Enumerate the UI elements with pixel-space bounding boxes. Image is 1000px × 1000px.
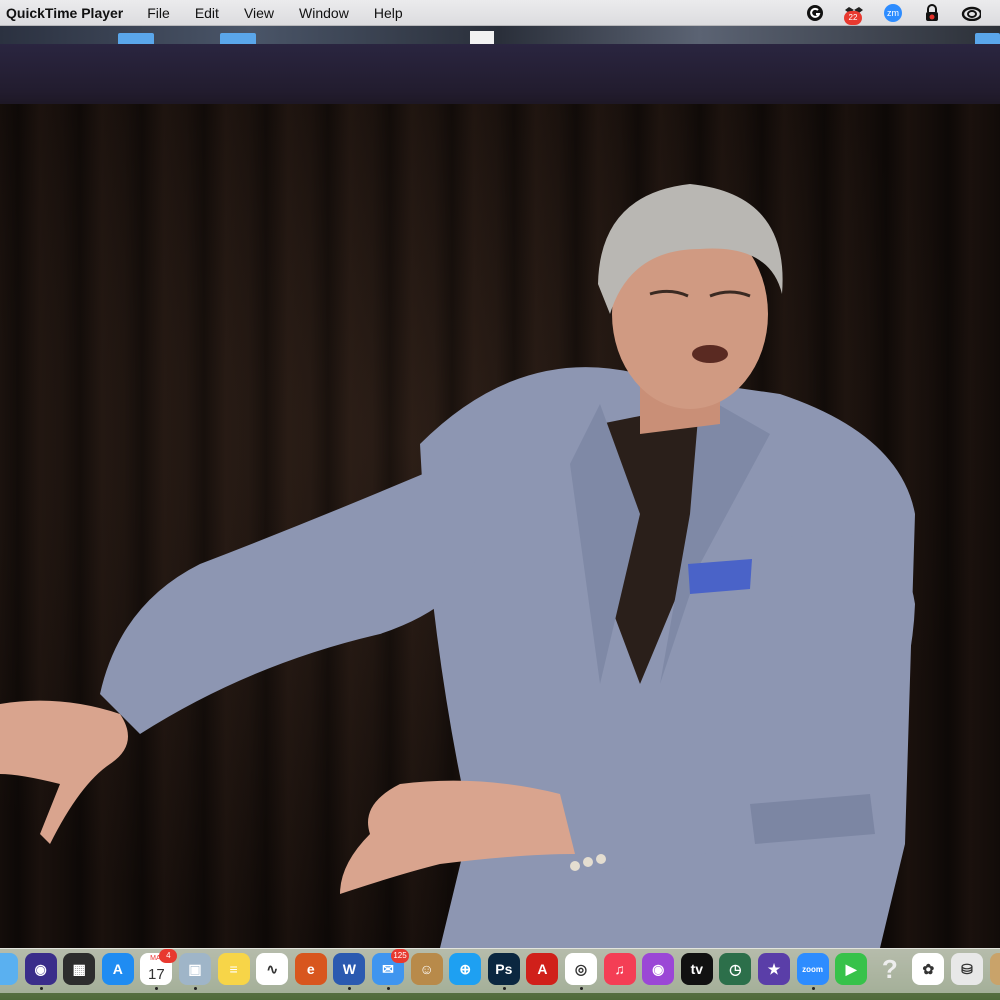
photos-glyph: ✿	[922, 960, 935, 977]
folder-stack-icon[interactable]	[989, 953, 1000, 985]
mail-glyph: ✉	[382, 960, 394, 977]
running-indicator	[811, 987, 815, 990]
chrome-glyph: ◎	[574, 960, 588, 977]
notification-badge: 4	[159, 949, 178, 963]
app-menu[interactable]: QuickTime Player	[6, 5, 123, 21]
calendar-icon[interactable]: MAI 17 4	[140, 949, 178, 985]
facetime-icon[interactable]: ▶	[835, 953, 868, 985]
word-icon[interactable]: W	[333, 953, 366, 985]
acrobat-icon[interactable]: A	[526, 953, 559, 985]
running-indicator	[39, 987, 43, 990]
zoom-icon-label: zm	[884, 4, 902, 22]
preview-icon[interactable]: ▣	[179, 953, 211, 985]
desktop-background	[0, 26, 1000, 44]
photoshop-glyph: Ps	[495, 961, 513, 977]
contacts-glyph: ☺	[419, 961, 434, 977]
zoom-app-icon[interactable]: zoom	[796, 953, 829, 985]
siri-glyph: ◉	[34, 960, 47, 977]
grammarly-icon[interactable]	[805, 4, 825, 22]
apple-tv-glyph: tv	[690, 961, 704, 977]
photos-icon[interactable]: ✿	[912, 953, 945, 985]
freeform-glyph: ∿	[266, 960, 279, 977]
apple-tv-icon[interactable]: tv	[680, 953, 713, 985]
calendar-glyph: 17	[148, 965, 165, 983]
disk-utility-glyph: ⛁	[961, 960, 973, 977]
notes-icon[interactable]: ≡	[217, 953, 250, 985]
app-store-glyph: A	[112, 961, 123, 977]
podcasts-icon[interactable]: ◉	[642, 953, 675, 985]
podcasts-glyph: ◉	[652, 960, 665, 977]
disk-utility-icon[interactable]: ⛁	[951, 953, 983, 985]
word-glyph: W	[342, 961, 356, 977]
running-indicator	[387, 987, 390, 990]
menu-file[interactable]: File	[147, 5, 170, 21]
app-store-icon[interactable]: A	[101, 953, 134, 985]
dropbox-badge: 22	[844, 11, 862, 25]
photoshop-icon[interactable]: Ps	[487, 953, 520, 985]
menu-edit[interactable]: Edit	[195, 5, 219, 21]
speaker-figure	[0, 184, 915, 948]
video-player[interactable]	[0, 44, 1000, 948]
status-menu-area: 22 zm	[805, 0, 1000, 26]
time-machine-glyph: ◷	[729, 960, 742, 977]
menu-view[interactable]: View	[244, 5, 274, 21]
dock-area: ◉ ▦ A MAI 17 4 ▣ ≡ ∿ e W ✉ 125 ☺ ⊕ Ps A ◎ ♫ ◉ tv ◷ ★ zoom ▶? ✿ ⛁	[0, 948, 1000, 1000]
notes-glyph: ≡	[229, 961, 238, 977]
dropbox-icon[interactable]: 22	[844, 4, 864, 25]
folder-icon[interactable]	[220, 33, 256, 44]
document-icon[interactable]	[470, 31, 494, 44]
contacts-icon[interactable]: ☺	[410, 953, 443, 985]
safari-icon[interactable]: ⊕	[449, 953, 482, 985]
finder-icon[interactable]	[0, 953, 18, 985]
facetime-glyph: ▶	[845, 960, 857, 977]
chrome-icon[interactable]: ◎	[565, 953, 597, 985]
zoom-icon[interactable]: zm	[883, 4, 903, 22]
music-glyph: ♫	[614, 961, 625, 977]
imovie-glyph: ★	[767, 960, 781, 977]
safari-glyph: ⊕	[459, 960, 472, 977]
lock-icon[interactable]	[922, 4, 942, 22]
mail-icon[interactable]: ✉ 125	[372, 949, 409, 985]
folder-icon[interactable]	[975, 33, 1000, 44]
running-indicator	[580, 987, 583, 990]
launchpad-icon[interactable]: ▦	[63, 953, 96, 985]
siri-icon[interactable]: ◉	[24, 953, 57, 985]
preview-glyph: ▣	[188, 960, 202, 977]
launchpad-glyph: ▦	[72, 960, 86, 977]
imovie-icon[interactable]: ★	[758, 953, 790, 985]
music-icon[interactable]: ♫	[603, 953, 636, 985]
creative-cloud-icon[interactable]	[961, 4, 981, 22]
time-machine-icon[interactable]: ◷	[719, 953, 752, 985]
running-indicator	[194, 987, 197, 990]
menu-help[interactable]: Help	[374, 5, 403, 21]
unknown-app-icon[interactable]: ?	[874, 953, 906, 985]
notification-badge: 125	[391, 949, 409, 963]
app-e-glyph: e	[306, 961, 315, 977]
folder-icon[interactable]	[118, 33, 154, 44]
acrobat-glyph: A	[537, 961, 548, 977]
menu-bar: QuickTime Player File Edit View Window H…	[0, 0, 1000, 26]
running-indicator	[502, 987, 506, 990]
zoom-app-glyph: zoom	[802, 964, 824, 974]
unknown-app-glyph: ?	[881, 953, 898, 984]
freeform-icon[interactable]: ∿	[256, 953, 289, 985]
menu-window[interactable]: Window	[299, 5, 349, 21]
app-e-icon[interactable]: e	[294, 953, 327, 985]
